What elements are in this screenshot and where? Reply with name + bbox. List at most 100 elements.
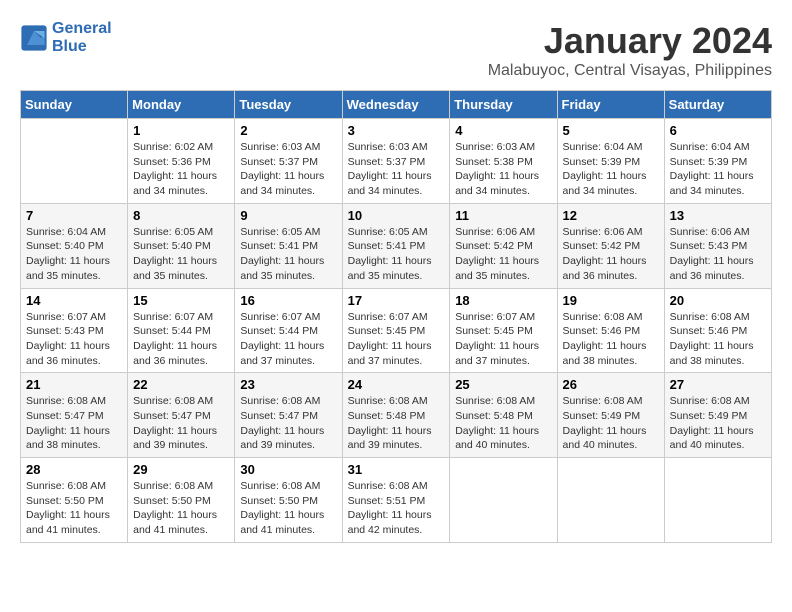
day-info: Sunrise: 6:05 AMSunset: 5:41 PMDaylight:… xyxy=(348,225,445,284)
day-number: 20 xyxy=(670,293,766,308)
calendar-cell: 6 Sunrise: 6:04 AMSunset: 5:39 PMDaylight… xyxy=(664,119,771,204)
calendar-cell: 23 Sunrise: 6:08 AMSunset: 5:47 PMDayligh… xyxy=(235,373,342,458)
location-title: Malabuyoc, Central Visayas, Philippines xyxy=(488,62,772,80)
calendar-cell: 25 Sunrise: 6:08 AMSunset: 5:48 PMDayligh… xyxy=(450,373,557,458)
day-number: 24 xyxy=(348,377,445,392)
day-number: 25 xyxy=(455,377,551,392)
calendar-cell: 1 Sunrise: 6:02 AMSunset: 5:36 PMDaylight… xyxy=(128,119,235,204)
day-number: 23 xyxy=(240,377,336,392)
calendar-cell: 14Sunrise: 6:07 AMSunset: 5:43 PMDayligh… xyxy=(21,288,128,373)
calendar-cell: 17Sunrise: 6:07 AMSunset: 5:45 PMDayligh… xyxy=(342,288,450,373)
calendar-body: 1 Sunrise: 6:02 AMSunset: 5:36 PMDaylight… xyxy=(21,119,772,543)
calendar-cell: 12Sunrise: 6:06 AMSunset: 5:42 PMDayligh… xyxy=(557,203,664,288)
logo-text: General Blue xyxy=(52,20,112,55)
page-header: General Blue January 2024 Malabuyoc, Cen… xyxy=(20,20,772,80)
day-number: 10 xyxy=(348,208,445,223)
day-info: Sunrise: 6:03 AMSunset: 5:37 PMDaylight:… xyxy=(240,140,336,199)
day-info: Sunrise: 6:08 AMSunset: 5:50 PMDaylight:… xyxy=(133,479,229,538)
day-info: Sunrise: 6:08 AMSunset: 5:51 PMDaylight:… xyxy=(348,479,445,538)
calendar-cell: 28 Sunrise: 6:08 AMSunset: 5:50 PMDayligh… xyxy=(21,458,128,543)
day-info: Sunrise: 6:08 AMSunset: 5:50 PMDaylight:… xyxy=(26,479,122,538)
calendar-cell: 19 Sunrise: 6:08 AMSunset: 5:46 PMDayligh… xyxy=(557,288,664,373)
day-number: 5 xyxy=(563,123,659,138)
day-info: Sunrise: 6:03 AMSunset: 5:37 PMDaylight:… xyxy=(348,140,445,199)
day-info: Sunrise: 6:04 AMSunset: 5:40 PMDaylight:… xyxy=(26,225,122,284)
calendar-cell: 29 Sunrise: 6:08 AMSunset: 5:50 PMDayligh… xyxy=(128,458,235,543)
calendar-cell: 9 Sunrise: 6:05 AMSunset: 5:41 PMDaylight… xyxy=(235,203,342,288)
logo: General Blue xyxy=(20,20,112,55)
calendar-cell xyxy=(664,458,771,543)
day-info: Sunrise: 6:05 AMSunset: 5:41 PMDaylight:… xyxy=(240,225,336,284)
day-number: 18 xyxy=(455,293,551,308)
day-number: 15 xyxy=(133,293,229,308)
day-header-sunday: Sunday xyxy=(21,91,128,119)
calendar-cell: 15Sunrise: 6:07 AMSunset: 5:44 PMDayligh… xyxy=(128,288,235,373)
day-number: 11 xyxy=(455,208,551,223)
calendar-cell: 4 Sunrise: 6:03 AMSunset: 5:38 PMDaylight… xyxy=(450,119,557,204)
day-number: 3 xyxy=(348,123,445,138)
calendar-week-2: 7 Sunrise: 6:04 AMSunset: 5:40 PMDaylight… xyxy=(21,203,772,288)
calendar-week-1: 1 Sunrise: 6:02 AMSunset: 5:36 PMDaylight… xyxy=(21,119,772,204)
calendar-cell: 22Sunrise: 6:08 AMSunset: 5:47 PMDayligh… xyxy=(128,373,235,458)
day-info: Sunrise: 6:07 AMSunset: 5:45 PMDaylight:… xyxy=(455,310,551,369)
day-number: 13 xyxy=(670,208,766,223)
day-number: 29 xyxy=(133,462,229,477)
day-info: Sunrise: 6:08 AMSunset: 5:47 PMDaylight:… xyxy=(26,394,122,453)
calendar-cell: 10 Sunrise: 6:05 AMSunset: 5:41 PMDayligh… xyxy=(342,203,450,288)
day-info: Sunrise: 6:08 AMSunset: 5:50 PMDaylight:… xyxy=(240,479,336,538)
day-header-friday: Friday xyxy=(557,91,664,119)
calendar-week-3: 14Sunrise: 6:07 AMSunset: 5:43 PMDayligh… xyxy=(21,288,772,373)
day-number: 8 xyxy=(133,208,229,223)
day-info: Sunrise: 6:04 AMSunset: 5:39 PMDaylight:… xyxy=(563,140,659,199)
day-info: Sunrise: 6:05 AMSunset: 5:40 PMDaylight:… xyxy=(133,225,229,284)
calendar-cell: 7 Sunrise: 6:04 AMSunset: 5:40 PMDaylight… xyxy=(21,203,128,288)
day-number: 30 xyxy=(240,462,336,477)
day-info: Sunrise: 6:03 AMSunset: 5:38 PMDaylight:… xyxy=(455,140,551,199)
day-info: Sunrise: 6:04 AMSunset: 5:39 PMDaylight:… xyxy=(670,140,766,199)
calendar-cell: 31Sunrise: 6:08 AMSunset: 5:51 PMDayligh… xyxy=(342,458,450,543)
calendar-cell xyxy=(21,119,128,204)
day-number: 2 xyxy=(240,123,336,138)
day-number: 27 xyxy=(670,377,766,392)
day-info: Sunrise: 6:07 AMSunset: 5:45 PMDaylight:… xyxy=(348,310,445,369)
day-header-saturday: Saturday xyxy=(664,91,771,119)
day-number: 9 xyxy=(240,208,336,223)
day-info: Sunrise: 6:08 AMSunset: 5:46 PMDaylight:… xyxy=(670,310,766,369)
calendar-cell: 26Sunrise: 6:08 AMSunset: 5:49 PMDayligh… xyxy=(557,373,664,458)
calendar-cell xyxy=(450,458,557,543)
calendar-cell: 30 Sunrise: 6:08 AMSunset: 5:50 PMDayligh… xyxy=(235,458,342,543)
day-header-monday: Monday xyxy=(128,91,235,119)
day-info: Sunrise: 6:08 AMSunset: 5:48 PMDaylight:… xyxy=(455,394,551,453)
day-info: Sunrise: 6:08 AMSunset: 5:49 PMDaylight:… xyxy=(670,394,766,453)
day-info: Sunrise: 6:07 AMSunset: 5:43 PMDaylight:… xyxy=(26,310,122,369)
month-title: January 2024 xyxy=(488,20,772,62)
calendar-week-5: 28 Sunrise: 6:08 AMSunset: 5:50 PMDayligh… xyxy=(21,458,772,543)
calendar-cell: 13 Sunrise: 6:06 AMSunset: 5:43 PMDayligh… xyxy=(664,203,771,288)
day-info: Sunrise: 6:06 AMSunset: 5:43 PMDaylight:… xyxy=(670,225,766,284)
day-number: 28 xyxy=(26,462,122,477)
day-number: 6 xyxy=(670,123,766,138)
calendar-cell: 20 Sunrise: 6:08 AMSunset: 5:46 PMDayligh… xyxy=(664,288,771,373)
day-number: 21 xyxy=(26,377,122,392)
day-number: 16 xyxy=(240,293,336,308)
calendar-cell: 5 Sunrise: 6:04 AMSunset: 5:39 PMDaylight… xyxy=(557,119,664,204)
day-number: 19 xyxy=(563,293,659,308)
logo-icon xyxy=(20,24,48,52)
day-info: Sunrise: 6:08 AMSunset: 5:46 PMDaylight:… xyxy=(563,310,659,369)
day-header-wednesday: Wednesday xyxy=(342,91,450,119)
title-block: January 2024 Malabuyoc, Central Visayas,… xyxy=(488,20,772,80)
day-info: Sunrise: 6:08 AMSunset: 5:47 PMDaylight:… xyxy=(240,394,336,453)
calendar-cell: 16 Sunrise: 6:07 AMSunset: 5:44 PMDayligh… xyxy=(235,288,342,373)
calendar-table: SundayMondayTuesdayWednesdayThursdayFrid… xyxy=(20,90,772,543)
day-header-thursday: Thursday xyxy=(450,91,557,119)
day-number: 7 xyxy=(26,208,122,223)
calendar-header-row: SundayMondayTuesdayWednesdayThursdayFrid… xyxy=(21,91,772,119)
day-info: Sunrise: 6:08 AMSunset: 5:48 PMDaylight:… xyxy=(348,394,445,453)
calendar-cell xyxy=(557,458,664,543)
day-number: 12 xyxy=(563,208,659,223)
day-number: 1 xyxy=(133,123,229,138)
day-info: Sunrise: 6:02 AMSunset: 5:36 PMDaylight:… xyxy=(133,140,229,199)
calendar-cell: 21 Sunrise: 6:08 AMSunset: 5:47 PMDayligh… xyxy=(21,373,128,458)
day-number: 4 xyxy=(455,123,551,138)
day-info: Sunrise: 6:07 AMSunset: 5:44 PMDaylight:… xyxy=(240,310,336,369)
